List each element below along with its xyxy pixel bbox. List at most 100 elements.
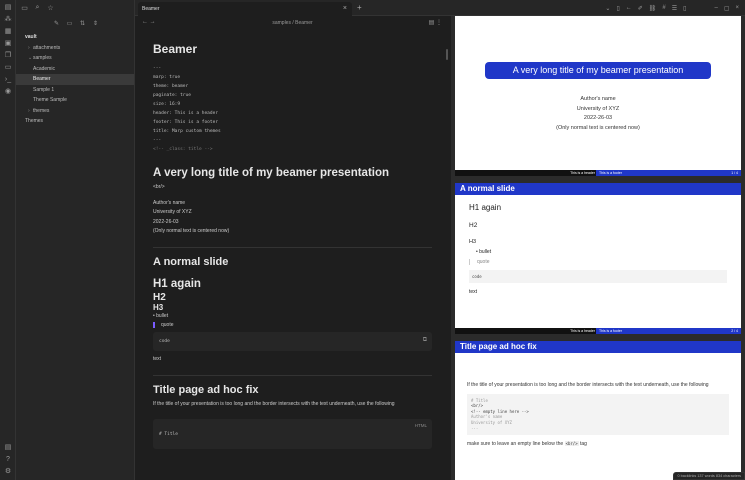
slide-2: A normal slide H1 again H2 H3 • bullet q…: [455, 183, 741, 334]
code-block-html: # Title HTML: [153, 419, 432, 449]
marp-preview: A very long title of my beamer presentat…: [451, 16, 745, 480]
pages-icon[interactable]: ❐: [0, 50, 16, 62]
slide-title: A very long title of my beamer presentat…: [485, 62, 711, 79]
search-icon[interactable]: ⌕: [33, 4, 42, 12]
bookmark-icon[interactable]: ☆: [46, 4, 55, 12]
minimize-icon[interactable]: –: [714, 5, 717, 11]
new-note-icon[interactable]: ✎: [52, 20, 61, 27]
slide-code-block: # Title <br/> <!-- empty line here --> A…: [467, 393, 729, 435]
brush-icon[interactable]: ✐: [638, 5, 643, 12]
tab-bar: Beamer × + ⌄ ▯ ← ✐ ⛓ # ☰ ▯ – ▢ ×: [135, 0, 745, 16]
html-comment: <!-- _class: title -->: [153, 147, 213, 152]
slide-heading: Title page ad hoc fix: [455, 341, 741, 353]
slide-footer: This is a header This is a footer 2 / 4: [455, 328, 741, 334]
author-block: Author's name University of XYZ 2022-26-…: [153, 199, 230, 235]
heading-normal-slide: A normal slide: [153, 255, 229, 268]
files-icon[interactable]: ▤: [0, 2, 16, 14]
chevron-down-icon[interactable]: ⌄: [605, 5, 610, 12]
tree-folder-samples[interactable]: ⌄samples: [16, 53, 134, 64]
copy-icon[interactable]: ⧉: [423, 336, 427, 344]
sidebar-toggle-icon[interactable]: ▯: [616, 5, 619, 12]
new-tab-icon[interactable]: +: [357, 2, 362, 14]
slide-3: Title page ad hoc fix If the title of yo…: [455, 341, 741, 480]
vault-name[interactable]: vault: [16, 32, 134, 43]
text-line: text: [153, 356, 162, 362]
back-icon[interactable]: ←: [626, 5, 632, 11]
slide-heading: A normal slide: [455, 183, 741, 195]
help-icon[interactable]: ?: [0, 454, 16, 466]
link-icon[interactable]: ⛓: [649, 5, 657, 12]
tree-item-beamer[interactable]: Beamer: [16, 74, 134, 85]
frontmatter: --- marp: true theme: beamer paginate: t…: [153, 64, 432, 154]
slide-h3: H3: [469, 239, 477, 245]
folder-icon[interactable]: ▭: [20, 4, 29, 12]
document-icon[interactable]: ▯: [683, 5, 686, 12]
templates-icon[interactable]: ▭: [0, 62, 16, 74]
slide-paragraph-2: make sure to leave an empty line below t…: [467, 440, 587, 447]
tree-folder-themes[interactable]: › themes: [16, 106, 134, 117]
bullet-item: • bullet: [153, 312, 169, 319]
tree-item-themes-note[interactable]: Themes: [16, 116, 134, 127]
slide-paragraph: If the title of your presentation is too…: [467, 382, 709, 388]
breadcrumb: samples / Beamer: [272, 20, 313, 26]
window-close-icon[interactable]: ×: [735, 5, 739, 11]
maximize-icon[interactable]: ▢: [724, 5, 730, 12]
slide-bullet: • bullet: [476, 249, 492, 255]
heading-title: A very long title of my beamer presentat…: [153, 167, 390, 179]
divider: [153, 374, 432, 376]
tree-item-label: Theme Sample: [33, 97, 67, 103]
file-explorer: ▭ ⌕ ☆ ✎ ▭ ⇅ ⇕ vault › attachments ⌄sample…: [16, 0, 135, 480]
slide-h1: H1 again: [469, 203, 502, 212]
tree-item-label: attachments: [33, 44, 61, 51]
heading-h2: H2: [153, 291, 166, 303]
blockquote: quote: [153, 322, 432, 328]
list-icon[interactable]: ☰: [672, 5, 677, 12]
slide-h2: H2: [469, 222, 478, 229]
note-title: Beamer: [153, 42, 198, 56]
tree-item-theme-sample[interactable]: Theme Sample: [16, 95, 134, 106]
tree-item-sample-1[interactable]: Sample 1: [16, 85, 134, 96]
code-language: HTML: [414, 423, 427, 428]
tab-title: Beamer: [142, 6, 160, 12]
slide-text: text: [469, 289, 478, 295]
tree-item-label: Academic: [33, 65, 55, 72]
collapse-icon[interactable]: ⇕: [91, 20, 100, 27]
divider: [153, 246, 432, 248]
tab-beamer[interactable]: Beamer ×: [138, 2, 352, 16]
tree-item-label: Beamer: [33, 76, 51, 82]
tree-item-label: Themes: [25, 118, 44, 124]
canvas-icon[interactable]: ▦: [0, 26, 16, 38]
tree-item-label: samples: [33, 55, 52, 61]
heading-h3: H3: [153, 302, 164, 312]
slide-author-block: Author's name University of XYZ 2022-26-…: [556, 96, 640, 131]
slide-footer: This is a header This is a footer 1 / 4: [455, 170, 741, 176]
sort-icon[interactable]: ⇅: [78, 20, 87, 27]
slide-quote: quote: [469, 259, 727, 265]
vault-icon[interactable]: ▤: [0, 442, 16, 454]
reading-view-icon[interactable]: ▤ ⋮: [429, 19, 442, 26]
tree-item-academic[interactable]: Academic: [16, 64, 134, 75]
hash-icon[interactable]: #: [662, 5, 665, 11]
editor-pane[interactable]: ← → samples / Beamer ▤ ⋮ Beamer --- marp…: [135, 16, 450, 480]
graph-icon[interactable]: ⁂: [0, 14, 16, 26]
calendar-icon[interactable]: ▣: [0, 38, 16, 50]
ribbon: ▤ ⁂ ▦ ▣ ❐ ▭ ›_ ◉ ▤ ? ⚙: [0, 0, 16, 480]
publish-icon[interactable]: ◉: [0, 86, 16, 98]
slide-1: A very long title of my beamer presentat…: [455, 16, 741, 176]
tree-item-label: themes: [33, 107, 50, 114]
code-block: code ⧉: [153, 332, 432, 351]
tree-item-label: Sample 1: [33, 86, 55, 93]
page-number: 2 / 4: [731, 329, 738, 333]
paragraph: If the title of your presentation is too…: [153, 400, 395, 407]
page-number: 1 / 4: [731, 171, 738, 175]
new-folder-icon[interactable]: ▭: [65, 20, 74, 27]
slide-code: code: [469, 270, 727, 283]
settings-icon[interactable]: ⚙: [0, 466, 16, 478]
close-icon[interactable]: ×: [343, 2, 347, 16]
tree-folder-attachments[interactable]: › attachments: [16, 43, 134, 54]
heading-h1-again: H1 again: [153, 277, 201, 290]
terminal-icon[interactable]: ›_: [0, 74, 16, 86]
file-tree: vault › attachments ⌄samples Academic Bea…: [16, 30, 134, 127]
status-bar: 0 backlinks 137 words 834 characters: [673, 472, 745, 480]
heading-title-fix: Title page ad hoc fix: [153, 383, 259, 396]
